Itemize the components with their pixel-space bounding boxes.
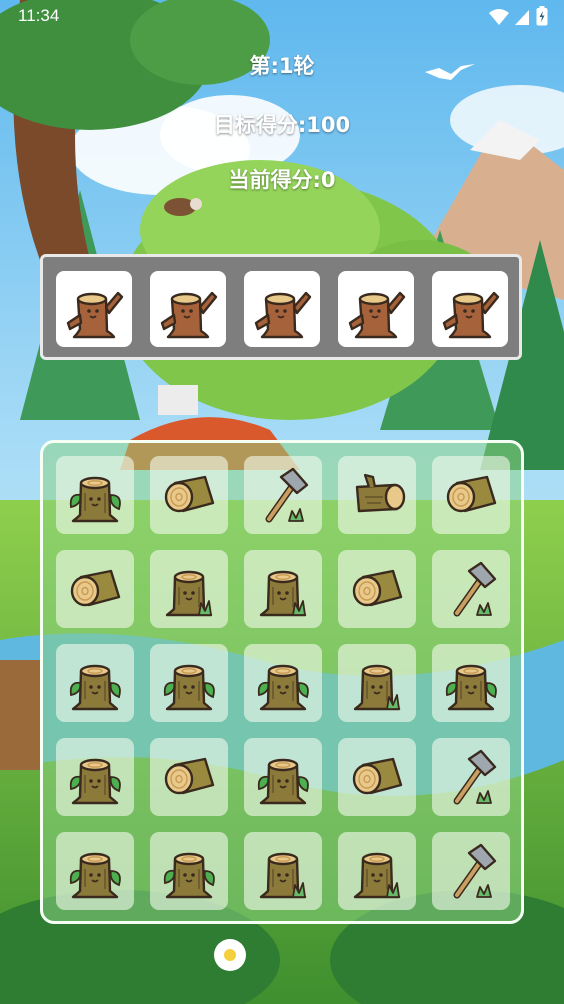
- round-log-icon: [446, 475, 497, 513]
- board-tile[interactable]: [338, 456, 416, 534]
- leafy-stump-icon: [445, 664, 497, 711]
- leafy-stump-icon: [69, 664, 121, 711]
- board-tile[interactable]: [338, 832, 416, 910]
- leafy-stump-icon: [69, 476, 121, 523]
- axe-icon: [453, 561, 497, 617]
- axe-icon: [265, 467, 309, 523]
- board-tile[interactable]: [432, 550, 510, 628]
- waving-stump-icon: [442, 291, 500, 339]
- leafy-stump-icon: [69, 852, 121, 899]
- status-icons: [488, 6, 548, 26]
- grass-stump-icon: [165, 570, 213, 617]
- collection-slot-bar: [40, 254, 522, 360]
- board-tile[interactable]: [150, 644, 228, 722]
- branch-log-icon: [355, 473, 406, 513]
- round-label: 第:1轮: [249, 54, 315, 78]
- board-tile[interactable]: [150, 456, 228, 534]
- round-log-icon: [352, 757, 403, 795]
- leafy-stump-icon: [257, 758, 309, 805]
- round-log-icon: [70, 569, 121, 607]
- wifi-icon: [488, 9, 509, 25]
- board-tile[interactable]: [432, 456, 510, 534]
- slot-tile: [150, 271, 226, 347]
- board-tile[interactable]: [244, 644, 322, 722]
- slot-tile: [338, 271, 414, 347]
- slot-tile: [432, 271, 508, 347]
- slot-tile: [244, 271, 320, 347]
- slot-tile: [56, 271, 132, 347]
- battery-icon: [536, 6, 548, 26]
- grass-stump-icon: [353, 664, 401, 711]
- leafy-stump-icon: [257, 664, 309, 711]
- grass-stump-icon: [353, 852, 401, 899]
- board-tile[interactable]: [150, 738, 228, 816]
- board-tile[interactable]: [432, 738, 510, 816]
- waving-stump-icon: [160, 291, 218, 339]
- grass-stump-icon: [259, 852, 307, 899]
- axe-icon: [453, 749, 497, 805]
- round-log-icon: [164, 475, 215, 513]
- current-score-label: 当前得分:0: [228, 168, 336, 192]
- board-tile[interactable]: [432, 644, 510, 722]
- board-tile[interactable]: [56, 644, 134, 722]
- board-tile[interactable]: [338, 550, 416, 628]
- signal-icon: [515, 10, 530, 25]
- status-bar: 11:34: [0, 0, 564, 32]
- waving-stump-icon: [66, 291, 124, 339]
- board-tile[interactable]: [150, 832, 228, 910]
- leafy-stump-icon: [69, 758, 121, 805]
- board-tile[interactable]: [432, 832, 510, 910]
- board-tile[interactable]: [56, 832, 134, 910]
- round-log-icon: [164, 757, 215, 795]
- board-tile[interactable]: [244, 550, 322, 628]
- waving-stump-icon: [348, 291, 406, 339]
- board-tile[interactable]: [338, 738, 416, 816]
- board-tile[interactable]: [244, 738, 322, 816]
- board-tile[interactable]: [150, 550, 228, 628]
- status-time: 11:34: [18, 6, 60, 25]
- round-log-icon: [352, 569, 403, 607]
- leafy-stump-icon: [163, 852, 215, 899]
- board-tile[interactable]: [56, 738, 134, 816]
- board-tile[interactable]: [244, 832, 322, 910]
- board-tile[interactable]: [56, 550, 134, 628]
- grass-stump-icon: [259, 570, 307, 617]
- board-tile[interactable]: [338, 644, 416, 722]
- tile-board: [40, 440, 524, 924]
- leafy-stump-icon: [163, 664, 215, 711]
- axe-icon: [453, 843, 497, 899]
- board-tile[interactable]: [244, 456, 322, 534]
- board-tile[interactable]: [56, 456, 134, 534]
- target-score-label: 目标得分:100: [213, 113, 351, 137]
- waving-stump-icon: [254, 291, 312, 339]
